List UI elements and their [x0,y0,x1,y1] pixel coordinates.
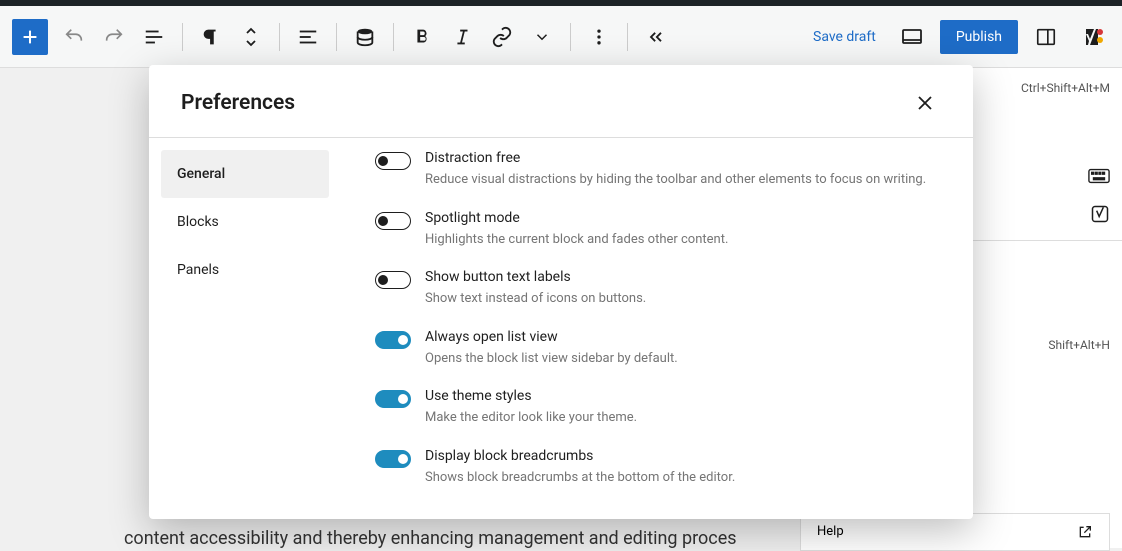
preferences-modal: Preferences General Blocks Panels Distra… [149,65,973,519]
modal-header: Preferences [149,65,973,138]
toggle-switch[interactable] [375,212,411,230]
setting-row: Distraction free Reduce visual distractio… [375,138,939,198]
modal-title: Preferences [181,91,295,115]
sidebar-item-panels[interactable]: Panels [161,246,329,294]
setting-label: Display block breadcrumbs [425,448,939,464]
setting-text: Spotlight mode Highlights the current blo… [425,210,939,250]
setting-label: Show button text labels [425,269,939,285]
setting-row: Display block breadcrumbs Shows block bre… [375,436,939,496]
setting-label: Use theme styles [425,388,939,404]
setting-text: Distraction free Reduce visual distractio… [425,150,939,190]
preferences-settings-list[interactable]: Distraction free Reduce visual distractio… [341,138,973,519]
setting-description: Show text instead of icons on buttons. [425,289,939,309]
toggle-switch[interactable] [375,331,411,349]
setting-row: Show button text labels Show text instead… [375,257,939,317]
toggle-switch[interactable] [375,271,411,289]
setting-label: Always open list view [425,329,939,345]
sidebar-item-blocks[interactable]: Blocks [161,198,329,246]
toggle-switch[interactable] [375,390,411,408]
close-button[interactable] [909,87,941,119]
setting-text: Always open list view Opens the block lis… [425,329,939,369]
setting-row: Use theme styles Make the editor look lik… [375,376,939,436]
setting-description: Highlights the current block and fades o… [425,230,939,250]
setting-label: Spotlight mode [425,210,939,226]
setting-description: Opens the block list view sidebar by def… [425,349,939,369]
toggle-switch[interactable] [375,152,411,170]
setting-row: Always open list view Opens the block lis… [375,317,939,377]
sidebar-item-general[interactable]: General [161,150,329,198]
setting-row: Spotlight mode Highlights the current blo… [375,198,939,258]
setting-label: Distraction free [425,150,939,166]
setting-description: Make the editor look like your theme. [425,408,939,428]
setting-description: Reduce visual distractions by hiding the… [425,170,939,190]
modal-overlay: Preferences General Blocks Panels Distra… [0,0,1122,551]
setting-text: Display block breadcrumbs Shows block bre… [425,448,939,488]
toggle-switch[interactable] [375,450,411,468]
setting-description: Shows block breadcrumbs at the bottom of… [425,468,939,488]
setting-text: Show button text labels Show text instead… [425,269,939,309]
preferences-sidebar: General Blocks Panels [149,138,341,519]
setting-text: Use theme styles Make the editor look lik… [425,388,939,428]
